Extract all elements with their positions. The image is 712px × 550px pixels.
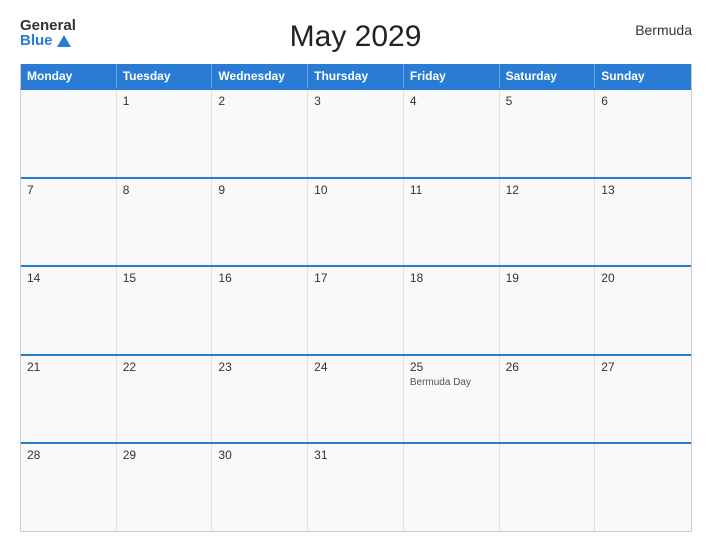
calendar: MondayTuesdayWednesdayThursdayFridaySatu…	[20, 64, 692, 532]
calendar-title: May 2029	[76, 18, 635, 54]
day-number: 26	[506, 360, 589, 374]
logo-general-text: General	[20, 18, 76, 33]
day-number: 2	[218, 94, 301, 108]
day-number: 23	[218, 360, 301, 374]
day-number: 12	[506, 183, 589, 197]
calendar-week-3: 14 15 16 17 18 19 20	[21, 265, 691, 354]
calendar-cell: 7	[21, 179, 117, 266]
header-day-tuesday: Tuesday	[117, 64, 213, 88]
calendar-cell: 18	[404, 267, 500, 354]
calendar-cell: 11	[404, 179, 500, 266]
day-number: 17	[314, 271, 397, 285]
day-number: 14	[27, 271, 110, 285]
day-number: 5	[506, 94, 589, 108]
day-number: 18	[410, 271, 493, 285]
calendar-week-1: 123456	[21, 88, 691, 177]
day-number: 9	[218, 183, 301, 197]
calendar-cell	[500, 444, 596, 531]
calendar-cell: 31	[308, 444, 404, 531]
calendar-cell: 12	[500, 179, 596, 266]
calendar-cell: 29	[117, 444, 213, 531]
day-number: 25	[410, 360, 493, 374]
day-number: 27	[601, 360, 685, 374]
day-number: 13	[601, 183, 685, 197]
day-number: 21	[27, 360, 110, 374]
header-day-friday: Friday	[404, 64, 500, 88]
calendar-cell: 21	[21, 356, 117, 443]
calendar-cell: 19	[500, 267, 596, 354]
day-number: 3	[314, 94, 397, 108]
calendar-cell: 8	[117, 179, 213, 266]
day-number: 10	[314, 183, 397, 197]
calendar-cell: 25 Bermuda Day	[404, 356, 500, 443]
calendar-cell: 3	[308, 90, 404, 177]
day-number: 31	[314, 448, 397, 462]
logo-blue-text: Blue	[20, 33, 71, 48]
calendar-cell: 17	[308, 267, 404, 354]
header-day-saturday: Saturday	[500, 64, 596, 88]
day-number: 15	[123, 271, 206, 285]
calendar-cell: 20	[595, 267, 691, 354]
day-number: 29	[123, 448, 206, 462]
calendar-cell: 27	[595, 356, 691, 443]
day-number: 28	[27, 448, 110, 462]
day-number: 8	[123, 183, 206, 197]
day-number: 4	[410, 94, 493, 108]
header-day-sunday: Sunday	[595, 64, 691, 88]
calendar-week-2: 789 10 11 12 13	[21, 177, 691, 266]
calendar-cell: 10	[308, 179, 404, 266]
day-number: 11	[410, 183, 493, 197]
calendar-cell: 14	[21, 267, 117, 354]
calendar-body: 1234567891011121314151617181920212223242…	[21, 88, 691, 531]
calendar-cell: 26	[500, 356, 596, 443]
calendar-cell: 9	[212, 179, 308, 266]
calendar-cell: 23	[212, 356, 308, 443]
region-label: Bermuda	[635, 18, 692, 38]
calendar-cell: 22	[117, 356, 213, 443]
logo-triangle-icon	[57, 35, 71, 47]
page: General Blue May 2029 Bermuda MondayTues…	[0, 0, 712, 550]
day-number: 16	[218, 271, 301, 285]
holiday-label: Bermuda Day	[410, 376, 493, 389]
day-number: 7	[27, 183, 110, 197]
calendar-week-4: 21 22 23 24 25 Bermuda Day 26 27	[21, 354, 691, 443]
calendar-cell	[595, 444, 691, 531]
calendar-cell	[21, 90, 117, 177]
calendar-header: MondayTuesdayWednesdayThursdayFridaySatu…	[21, 64, 691, 88]
calendar-cell: 13	[595, 179, 691, 266]
day-number: 6	[601, 94, 685, 108]
header-day-wednesday: Wednesday	[212, 64, 308, 88]
calendar-cell: 24	[308, 356, 404, 443]
calendar-cell: 6	[595, 90, 691, 177]
day-number: 30	[218, 448, 301, 462]
calendar-cell: 16	[212, 267, 308, 354]
logo: General Blue	[20, 18, 76, 48]
day-number: 1	[123, 94, 206, 108]
calendar-cell: 28	[21, 444, 117, 531]
header: General Blue May 2029 Bermuda	[20, 18, 692, 54]
header-day-thursday: Thursday	[308, 64, 404, 88]
day-number: 20	[601, 271, 685, 285]
calendar-cell: 15	[117, 267, 213, 354]
calendar-cell: 1	[117, 90, 213, 177]
day-number: 24	[314, 360, 397, 374]
header-day-monday: Monday	[21, 64, 117, 88]
calendar-cell: 2	[212, 90, 308, 177]
calendar-cell: 4	[404, 90, 500, 177]
calendar-cell: 5	[500, 90, 596, 177]
calendar-week-5: 28 29 30 31	[21, 442, 691, 531]
calendar-cell: 30	[212, 444, 308, 531]
day-number: 19	[506, 271, 589, 285]
calendar-cell	[404, 444, 500, 531]
day-number: 22	[123, 360, 206, 374]
